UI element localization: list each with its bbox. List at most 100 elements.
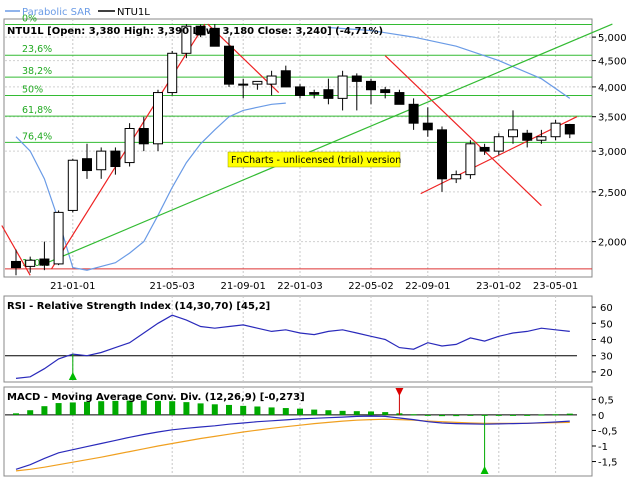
candle-bear bbox=[351, 75, 362, 82]
rsi-tick-label: 60 bbox=[600, 303, 613, 314]
macd-histogram-bar bbox=[226, 404, 232, 415]
candle-bear bbox=[408, 103, 419, 124]
candle-bull bbox=[252, 80, 263, 85]
legend-sar-label: Parabolic SAR bbox=[22, 7, 91, 18]
candle-bear bbox=[224, 45, 234, 85]
fib-level-label: 50% bbox=[22, 84, 43, 95]
candle-bull bbox=[536, 136, 547, 141]
chart-window: 0% 23,6% 38,2% 50% 61,8% 76,4% 100% 2,000 2,500… bbox=[0, 0, 640, 480]
candle-bear bbox=[280, 70, 291, 88]
macd-histogram-bar bbox=[495, 414, 502, 416]
candle-bear bbox=[394, 92, 405, 105]
rsi-tick-label: 40 bbox=[600, 336, 613, 347]
candle-bull bbox=[493, 136, 504, 152]
price-axis: 2,000 2,500 3,000 3,500 4,000 4,500 5,000 bbox=[592, 33, 627, 249]
candle-bear bbox=[309, 92, 320, 95]
macd-histogram-bar bbox=[339, 410, 346, 415]
macd-histogram-bar bbox=[183, 402, 190, 415]
candle-bear bbox=[39, 258, 50, 266]
watermark-text: FnCharts - unlicensed (trial) version bbox=[231, 155, 401, 166]
macd-histogram-bar bbox=[41, 406, 48, 415]
price-tick-label: 2,500 bbox=[598, 188, 627, 199]
fib-level-label: 61,8% bbox=[22, 105, 52, 116]
macd-histogram-bar bbox=[439, 414, 445, 417]
macd-histogram-bar bbox=[353, 411, 360, 415]
fib-level-label: 38,2% bbox=[22, 66, 52, 77]
candle-bear bbox=[82, 158, 92, 172]
macd-tick-label: -1,5 bbox=[598, 458, 618, 469]
macd-histogram-bar bbox=[55, 403, 62, 415]
candle-bear bbox=[479, 146, 490, 152]
macd-histogram-bar bbox=[98, 401, 105, 415]
price-tick-label: 3,000 bbox=[598, 147, 627, 158]
price-tick-label: 4,000 bbox=[598, 83, 627, 94]
price-tick-label: 2,000 bbox=[598, 238, 627, 249]
rsi-tick-label: 20 bbox=[600, 368, 613, 379]
candle-bull bbox=[550, 122, 561, 138]
candle-bear bbox=[110, 150, 121, 168]
macd-histogram-bar bbox=[282, 408, 289, 415]
candle-bull bbox=[153, 92, 163, 145]
date-tick-label: 22-05-02 bbox=[348, 281, 393, 292]
macd-histogram-bar bbox=[197, 403, 204, 415]
candle-bear bbox=[323, 89, 334, 99]
macd-tick-label: 0,5 bbox=[598, 395, 614, 406]
candle-bear bbox=[138, 128, 149, 145]
macd-histogram-bar bbox=[524, 414, 531, 416]
candle-bull bbox=[508, 129, 518, 138]
candle-bull bbox=[53, 211, 64, 265]
date-axis: 21-01-01 21-05-03 21-09-01 22-01-03 22-05-02… bbox=[50, 281, 578, 292]
candle-bull bbox=[337, 75, 348, 99]
macd-histogram-bar bbox=[169, 401, 176, 415]
macd-histogram-bar bbox=[467, 414, 474, 416]
candle-bull bbox=[25, 259, 36, 267]
candle-bear bbox=[366, 80, 376, 91]
rsi-panel-title: RSI - Relative Strength Index (14,30,70)… bbox=[7, 301, 270, 312]
candle-bear bbox=[380, 89, 391, 94]
price-tick-label: 4,500 bbox=[598, 57, 627, 68]
date-tick-label: 22-01-03 bbox=[277, 281, 322, 292]
macd-panel-title: MACD - Moving Average Conv. Div. (12,26,… bbox=[7, 392, 305, 403]
candle-bear bbox=[437, 129, 447, 180]
macd-histogram-bar bbox=[13, 413, 19, 415]
macd-histogram-bar bbox=[268, 407, 275, 415]
macd-histogram-bar bbox=[27, 410, 34, 415]
macd-axis: 0,5 0 -0,5 -1 -1,5 bbox=[592, 395, 618, 469]
macd-histogram-bar bbox=[297, 408, 303, 415]
candle-bull bbox=[451, 174, 462, 180]
legend-ticker-label: NTU1L bbox=[117, 7, 150, 18]
macd-histogram-bar bbox=[69, 402, 76, 415]
macd-tick-label: -0,5 bbox=[598, 426, 618, 437]
date-tick-label: 21-01-01 bbox=[50, 281, 95, 292]
rsi-axis: 20 30 40 50 60 bbox=[592, 303, 613, 379]
macd-histogram-bar bbox=[538, 414, 545, 416]
candle-bull bbox=[124, 128, 135, 164]
macd-histogram-bar bbox=[382, 412, 389, 415]
chart-canvas: 0%23,6%38,2%50%61,8%76,4%100% 2,0002,500… bbox=[1, 7, 627, 477]
date-tick-label: 22-09-01 bbox=[405, 281, 450, 292]
date-tick-label: 21-05-03 bbox=[150, 281, 195, 292]
candle-bull bbox=[96, 150, 107, 171]
price-panel-title: NTU1L [Open: 3,380 High: 3,390 Low: 3,18… bbox=[7, 26, 383, 37]
macd-tick-label: -1 bbox=[598, 442, 608, 453]
candle-bear bbox=[295, 86, 305, 96]
price-tick-label: 5,000 bbox=[598, 33, 627, 44]
macd-histogram-bar bbox=[453, 414, 460, 417]
candle-bull bbox=[67, 159, 78, 211]
candle-bear bbox=[564, 124, 575, 135]
date-tick-label: 21-09-01 bbox=[221, 281, 266, 292]
candle-bear bbox=[422, 122, 433, 131]
macd-histogram-bar bbox=[240, 405, 247, 415]
date-tick-label: 23-05-01 bbox=[533, 281, 578, 292]
macd-histogram-bar bbox=[552, 414, 559, 416]
rsi-tick-label: 50 bbox=[600, 319, 613, 330]
candle-bear bbox=[522, 132, 533, 141]
macd-histogram-bar bbox=[325, 410, 332, 415]
macd-histogram-bar bbox=[410, 414, 417, 416]
macd-histogram-bar bbox=[254, 406, 261, 415]
candle-bear bbox=[11, 260, 21, 269]
fib-level-label: 76,4% bbox=[22, 131, 52, 142]
candle-bull bbox=[266, 75, 277, 85]
fib-level-label: 23,6% bbox=[22, 44, 52, 55]
candle-bull bbox=[167, 52, 178, 94]
